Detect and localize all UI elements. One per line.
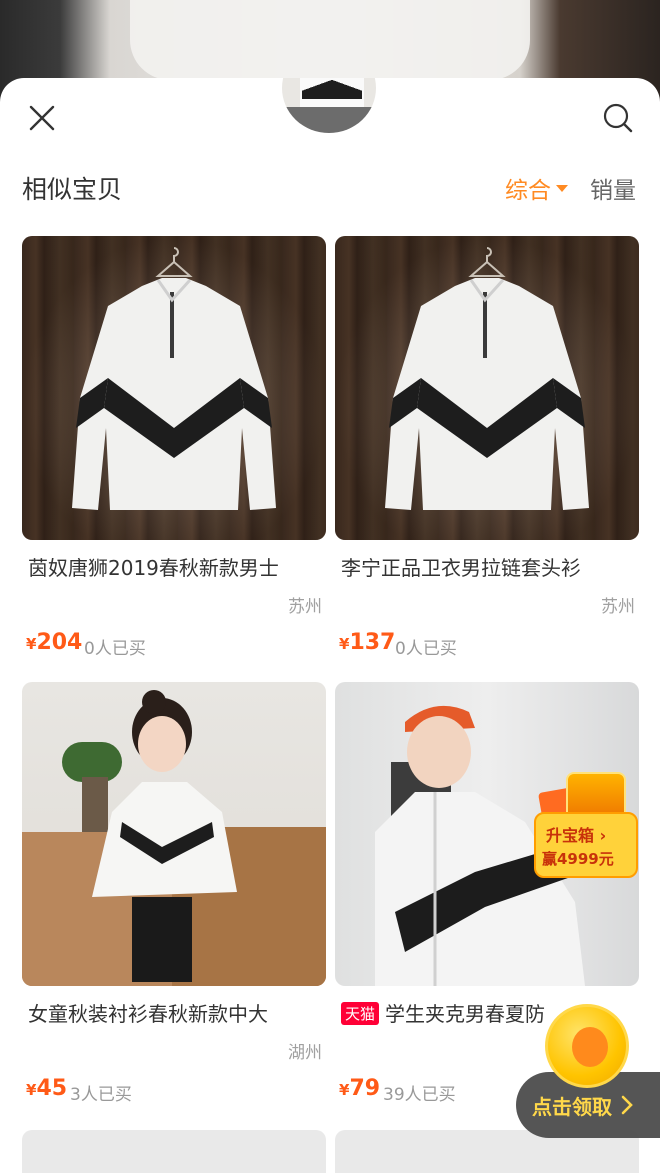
tmall-badge: 天猫 <box>341 1002 380 1025</box>
caret-down-icon <box>556 184 568 192</box>
search-icon <box>603 103 633 133</box>
background-shirt <box>130 0 530 80</box>
page-title: 相似宝贝 <box>22 175 123 204</box>
close-button[interactable] <box>20 96 64 140</box>
claim-label: 点击领取 <box>532 1094 612 1119</box>
thumbnail-base <box>282 107 376 133</box>
sort-sales-label: 销量 <box>590 178 636 204</box>
thumbnail-v-stripe <box>302 78 362 99</box>
price-value: 137 <box>349 630 396 655</box>
currency-symbol: ¥ <box>339 635 350 653</box>
coin-mascot-icon[interactable] <box>545 1004 629 1088</box>
sweatshirt-graphic <box>385 278 589 510</box>
chevron-right-icon <box>621 1095 633 1115</box>
product-name-text: 学生夹克男春夏防 <box>385 1002 546 1026</box>
sort-comprehensive[interactable]: 综合 <box>505 171 568 205</box>
product-location: 苏州 <box>601 597 635 617</box>
source-product-thumbnail[interactable] <box>279 78 379 136</box>
price-value: 204 <box>36 630 83 655</box>
sort-comprehensive-label: 综合 <box>505 178 551 204</box>
mascot-face <box>572 1027 608 1067</box>
price-value: 45 <box>36 1076 68 1101</box>
promo-line-2: 赢4999元 <box>542 850 614 868</box>
close-icon <box>29 105 55 131</box>
sweatshirt-graphic <box>72 278 276 510</box>
treasure-chest-icon <box>566 772 626 816</box>
product-name[interactable]: 女童秋装衬衫春秋新款中大 <box>28 998 326 1027</box>
product-price: ¥204 <box>26 630 82 655</box>
product-price: ¥45 <box>26 1076 67 1101</box>
sold-count: 39人已买 <box>383 1085 456 1105</box>
product-price: ¥79 <box>339 1076 380 1101</box>
sold-count: 3人已买 <box>70 1085 132 1105</box>
search-button[interactable] <box>596 96 640 140</box>
similar-items-sheet: 相似宝贝 综合 销量 茵奴唐狮2019春秋新款男士 苏州 ¥204 0人已买 李… <box>0 78 660 1173</box>
product-price: ¥137 <box>339 630 395 655</box>
currency-symbol: ¥ <box>26 635 37 653</box>
treasure-box-promo[interactable]: 升宝箱 › 赢4999元 <box>534 772 638 882</box>
sort-sales[interactable]: 销量 <box>590 171 636 205</box>
currency-symbol: ¥ <box>339 1081 350 1099</box>
product-name[interactable]: 茵奴唐狮2019春秋新款男士 <box>28 552 326 581</box>
sold-count: 0人已买 <box>84 639 146 659</box>
product-image[interactable] <box>335 236 639 540</box>
product-location: 湖州 <box>288 1043 322 1063</box>
product-name[interactable]: 李宁正品卫衣男拉链套头衫 <box>341 552 639 581</box>
sold-count: 0人已买 <box>395 639 457 659</box>
promo-line-1: 升宝箱 › <box>546 826 607 845</box>
product-image[interactable] <box>22 236 326 540</box>
product-image[interactable] <box>22 682 326 986</box>
product-card-next[interactable] <box>22 1130 326 1173</box>
price-value: 79 <box>349 1076 381 1101</box>
currency-symbol: ¥ <box>26 1081 37 1099</box>
girl-model-graphic <box>22 690 326 986</box>
product-location: 苏州 <box>288 597 322 617</box>
